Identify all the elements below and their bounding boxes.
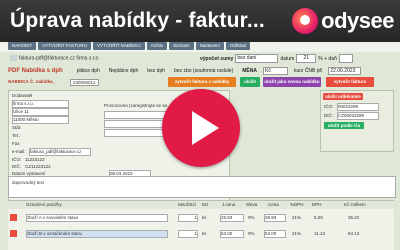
offer-heading: PDF Nabídka s dph bbox=[8, 67, 63, 74]
offer-option: bez zbo (souhrnná cedule) bbox=[174, 67, 234, 74]
supplier-company: firma s.r.o. bbox=[12, 100, 69, 108]
dic-label: DIČ: bbox=[12, 164, 21, 169]
percent-field bbox=[338, 54, 353, 63]
address-text: faktura-pdf@fakturace.cz firma s.r.o. bbox=[19, 55, 100, 62]
action-row: NABÍDKA Č. nabídka_ 230006012 vytvořit f… bbox=[8, 77, 393, 88]
item-sum: 64.13 bbox=[348, 231, 360, 236]
offer-bar: PDF Nabídka s dph plátce dph Neplátce dp… bbox=[8, 66, 394, 75]
ico-label: IČO: bbox=[12, 157, 22, 162]
email-label: e-mail: bbox=[12, 149, 26, 154]
rate-date: 22.06.2023 bbox=[328, 66, 362, 75]
app-nav: NAHODIT VYTVOŘIT FAKTURU VYTVOŘIT NABÍDK… bbox=[8, 42, 251, 50]
supplier-city: 11000 Město bbox=[12, 116, 69, 124]
play-button-icon[interactable] bbox=[162, 89, 240, 167]
percent-label: % + daň bbox=[318, 55, 337, 62]
nav-item: Seznam bbox=[169, 42, 194, 50]
sum-controls: výpočet sumy bez daní datum 21 % + daň bbox=[200, 54, 353, 63]
supplier-label: Dodavatel bbox=[12, 93, 33, 98]
col-header: %DPH bbox=[290, 202, 304, 207]
rate-label: kurz ČNB při bbox=[293, 67, 323, 74]
delete-row-icon bbox=[10, 214, 17, 221]
app-top-strip: NAHODIT VYTVOŘIT FAKTURU VYTVOŘIT NABÍDK… bbox=[0, 42, 400, 52]
offer-number-label: NABÍDKA Č. nabídka_ bbox=[8, 79, 56, 84]
offer-option: bez dph bbox=[147, 67, 166, 74]
nav-item: VYTVOŘIT NABÍDKU bbox=[92, 42, 145, 50]
item-name: zboží B v označeném stavu bbox=[26, 230, 168, 238]
note-field: doprovodný text bbox=[8, 176, 396, 198]
side-ico-label: IČO: bbox=[324, 104, 334, 109]
odysee-logo-text: odysee bbox=[321, 8, 394, 33]
col-header: Sleva bbox=[246, 202, 258, 207]
nav-item: Odhlásit bbox=[225, 42, 251, 50]
nav-item: Archiv bbox=[146, 42, 168, 50]
item-price: 29.93 bbox=[220, 214, 244, 222]
item-discount: 0% bbox=[248, 231, 255, 236]
supplier-email: faktura_pdf@fakturace.cz bbox=[29, 148, 91, 156]
col-header: Označení položky bbox=[26, 202, 62, 207]
table-row: zboží B v označeném stavu 1 ks 53.00 0% … bbox=[8, 229, 394, 240]
item-sum: 36.22 bbox=[348, 215, 360, 220]
save-customer-button: uložit odběratele bbox=[323, 93, 363, 100]
item-discount: 0% bbox=[248, 215, 255, 220]
item-total: 29.93 bbox=[264, 214, 286, 222]
offer-number: 230006012 bbox=[70, 79, 99, 86]
item-vat: 21% bbox=[292, 231, 302, 236]
table-header: Označení položky Množství MJ J.cena Slev… bbox=[8, 201, 394, 209]
odysee-logo-icon bbox=[292, 8, 319, 34]
item-name: zboží A v souvislém stavu bbox=[26, 214, 168, 222]
item-qty: 1 bbox=[178, 214, 198, 222]
delete-row-icon bbox=[10, 230, 17, 237]
item-qty: 1 bbox=[178, 230, 198, 238]
branch-label: Provozovna (zaregistrujte se se… bbox=[104, 103, 172, 108]
item-mj: ks bbox=[202, 215, 207, 220]
date-label: datum bbox=[280, 55, 295, 62]
side-dic: CZ00023299 bbox=[337, 112, 379, 120]
item-mj: ks bbox=[202, 231, 207, 236]
side-ico: 00023299 bbox=[337, 103, 379, 111]
col-header: Cena bbox=[268, 202, 279, 207]
item-vat: 21% bbox=[292, 215, 302, 220]
offer-option: Neplátce dph bbox=[108, 67, 139, 74]
phone-label: Tel.: bbox=[12, 133, 21, 138]
account-address: faktura-pdf@fakturace.cz firma s.r.o. bbox=[10, 55, 100, 61]
days-field: 21 bbox=[296, 54, 317, 63]
nav-item: NAHODIT bbox=[8, 42, 37, 50]
sum-label: výpočet sumy bbox=[200, 55, 234, 62]
customer-side-panel: uložit odběratele IČO: 00023299 DIČ: CZ0… bbox=[320, 90, 394, 152]
supplier-dic: CZ11223122 bbox=[25, 164, 51, 169]
col-header: Kč Celkem bbox=[344, 202, 366, 207]
item-total: 53.00 bbox=[264, 230, 286, 238]
create-invoice-button: vytvořit fakturu bbox=[326, 77, 374, 87]
mail-icon bbox=[10, 55, 17, 61]
nav-item: Nastavení bbox=[195, 42, 224, 50]
items-table: Označení položky Množství MJ J.cena Slev… bbox=[8, 200, 394, 250]
nav-item: VYTVOŘIT FAKTURU bbox=[38, 42, 91, 50]
supplier-ico: 11223122 bbox=[25, 157, 45, 162]
item-vat-amount: 6.29 bbox=[314, 215, 323, 220]
note-text: doprovodný text bbox=[12, 180, 45, 185]
side-dic-label: DIČ: bbox=[324, 113, 333, 118]
col-header: Množství bbox=[178, 202, 197, 207]
create-invoice-from-offer-button: vytvořit fakturu z nabídky bbox=[168, 77, 236, 87]
sum-select: bez daní bbox=[235, 54, 279, 63]
col-header: MJ bbox=[202, 202, 208, 207]
video-title-bar: Úprava nabídky - faktur... odysee bbox=[0, 0, 400, 42]
supplier-street: Ulice 11 bbox=[12, 108, 69, 116]
save-as-new-button: uložit jako novou nabídku bbox=[263, 77, 321, 87]
save-button: uložit bbox=[240, 77, 260, 87]
video-title[interactable]: Úprava nabídky - faktur... bbox=[10, 9, 265, 33]
col-header: J.cena bbox=[222, 202, 236, 207]
fax-label: Fax: bbox=[12, 141, 21, 146]
video-frame[interactable]: Úprava nabídky - faktur... odysee NAHODI… bbox=[0, 0, 400, 250]
lookup-by-ico-button: uložit podle iča bbox=[324, 122, 364, 129]
col-header: DPH bbox=[312, 202, 322, 207]
table-row: zboží A v souvislém stavu 1 ks 29.93 0% … bbox=[8, 213, 394, 224]
item-price: 53.00 bbox=[220, 230, 244, 238]
country-label: Stát: bbox=[12, 125, 22, 130]
currency-label: MĚNA bbox=[242, 67, 257, 74]
currency-select: Kč bbox=[262, 66, 288, 75]
item-vat-amount: 11.13 bbox=[314, 231, 325, 236]
offer-option: plátce dph bbox=[76, 67, 100, 74]
odysee-logo[interactable]: odysee bbox=[292, 8, 394, 34]
